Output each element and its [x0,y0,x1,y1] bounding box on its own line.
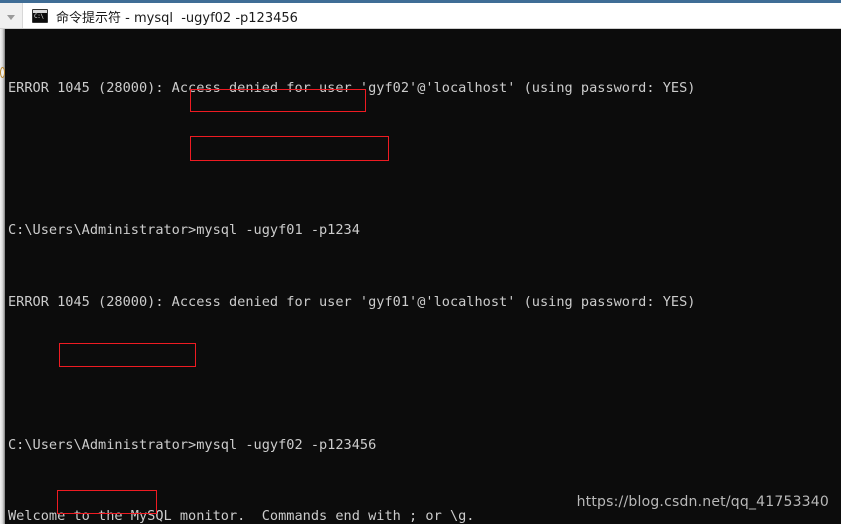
console-line: C:\Users\Administrator>mysql -ugyf02 -p1… [8,436,377,453]
console-line: C:\Users\Administrator>mysql -ugyf01 -p1… [8,222,360,239]
window-title: 命令提示符 - mysql -ugyf02 -p123456 [56,10,298,26]
window-titlebar[interactable]: C:\ 命令提示符 - mysql -ugyf02 -p123456 [0,0,841,29]
console-output[interactable]: ERROR 1045 (28000): Access denied for us… [5,29,841,524]
command-prompt-icon-glyph: C:\ [34,13,44,20]
console-line: ERROR 1045 (28000): Access denied for us… [8,293,696,310]
titlebar-left-gutter [0,3,23,29]
console-line: ERROR 1045 (28000): Access denied for us… [8,79,696,96]
chevron-down-icon [7,14,15,20]
command-prompt-window: C:\ 命令提示符 - mysql -ugyf02 -p123456 ERROR… [0,0,841,524]
command-prompt-icon: C:\ [32,9,48,23]
watermark: https://blog.csdn.net/qq_41753340 [576,494,829,510]
window-body: ERROR 1045 (28000): Access denied for us… [0,29,841,524]
